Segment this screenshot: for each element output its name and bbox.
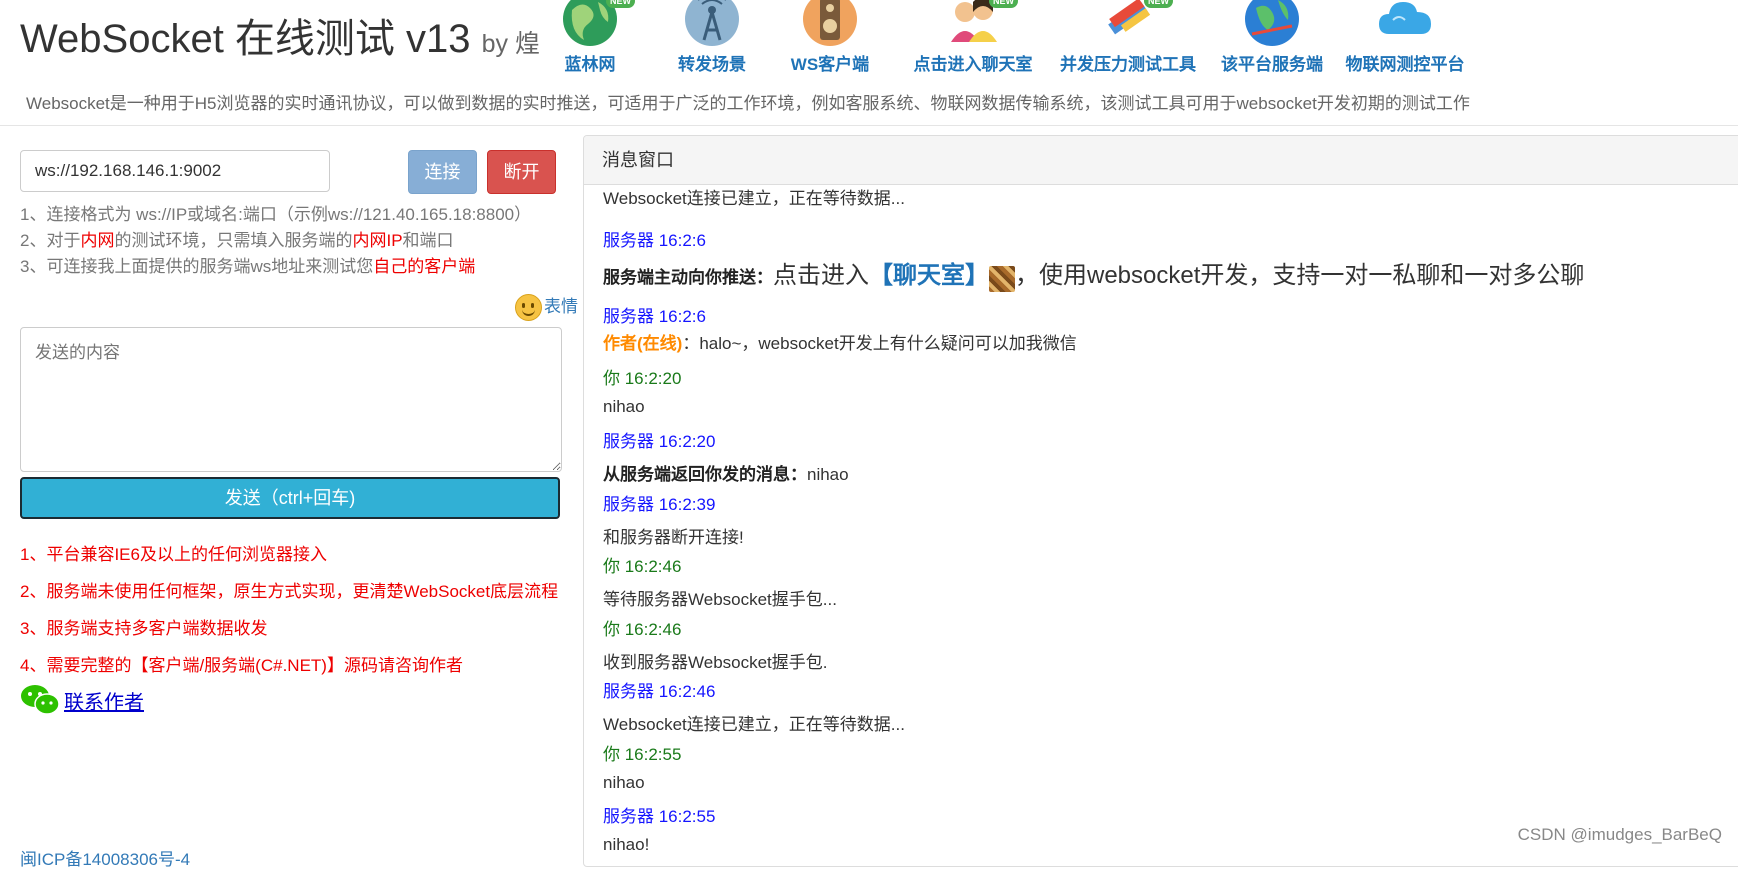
earth-server-icon (1242, 0, 1302, 48)
message-header: 服务器 16:2:6 (603, 307, 706, 326)
panel-title: 消息窗口 (584, 136, 1738, 185)
message-header: 服务器 16:2:6 (603, 231, 706, 250)
new-badge: NEW (606, 0, 635, 8)
hint-line-1: 1、连接格式为 ws://IP或域名:端口（示例ws://121.40.165.… (20, 205, 532, 224)
message-item: 服务器 16:2:46 Websocket连接已建立，正在等待数据... (603, 677, 905, 735)
message-header: 你 16:2:46 (603, 620, 682, 639)
message-body: 作者(在线)：halo~，websocket开发上有什么疑问可以加我微信 (603, 334, 1077, 353)
new-badge: NEW (989, 0, 1018, 8)
message-body: 服务端主动向你推送：点击进入【聊天室】 ，使用websocket开发，支持一对一私… (603, 255, 1584, 292)
chat-room-link[interactable]: 【聊天室】 (869, 262, 989, 289)
nav-stress-test[interactable]: NEW 并发压力测试工具 (1053, 0, 1203, 80)
nav-label: 并发压力测试工具 (1060, 55, 1196, 74)
speaker-icon (800, 0, 860, 48)
message-item: 你 16:2:20 nihao (603, 364, 681, 417)
nav-label: 点击进入聊天室 (913, 55, 1033, 74)
message-body: 从服务端返回你发的消息：nihao (603, 465, 849, 484)
message-body: nihao! (603, 835, 650, 854)
nav-chat-room[interactable]: NEW 点击进入聊天室 (898, 0, 1048, 80)
message-body: 等待服务器Websocket握手包... (603, 590, 837, 609)
message-header: 服务器 16:2:20 (603, 432, 716, 451)
nav-label: 物联网测控平台 (1345, 55, 1465, 74)
nav-label: WS客户端 (790, 55, 870, 74)
site-description: Websocket是一种用于H5浏览器的实时通讯协议，可以做到数据的实时推送，可… (26, 94, 1470, 113)
message-panel: 消息窗口 Websocket连接已建立，正在等待数据... 服务器 16:2:6… (583, 135, 1738, 867)
nav-platform-server[interactable]: 该平台服务端 (1197, 0, 1347, 80)
message-item: 你 16:2:46 等待服务器Websocket握手包... (603, 552, 837, 610)
smiley-icon (515, 294, 542, 322)
message-body: 收到服务器Websocket握手包. (603, 653, 828, 672)
message-item: 服务器 16:2:6 服务端主动向你推送：点击进入【聊天室】 ，使用websock… (603, 226, 1584, 292)
page-title: WebSocket 在线测试 v13 by 煌 (20, 6, 540, 64)
page-header: WebSocket 在线测试 v13 by 煌 NEW 蓝林网 转发场景 WS客… (0, 0, 1738, 126)
title-text: WebSocket 在线测试 v13 (20, 17, 471, 61)
message-item: 服务器 16:2:39 和服务器断开连接! (603, 490, 744, 548)
contact-author: 联系作者 (20, 683, 144, 719)
message-body: nihao (603, 397, 645, 416)
emoji-label: 表情 (544, 297, 578, 316)
message-header: 服务器 16:2:46 (603, 682, 716, 701)
message-body: Websocket连接已建立，正在等待数据... (603, 189, 905, 208)
message-header: 服务器 16:2:55 (603, 807, 716, 826)
message-item: Websocket连接已建立，正在等待数据... (603, 184, 905, 209)
contact-author-link[interactable]: 联系作者 (64, 692, 144, 714)
send-button[interactable]: 发送（ctrl+回车) (20, 477, 560, 519)
feature-item: 3、服务端支持多客户端数据收发 (20, 619, 268, 638)
message-body: 和服务器断开连接! (603, 528, 744, 547)
message-item: 你 16:2:46 收到服务器Websocket握手包. (603, 615, 828, 673)
message-item: 服务器 16:2:20 从服务端返回你发的消息：nihao (603, 427, 849, 485)
disconnect-button[interactable]: 断开 (487, 150, 556, 194)
message-header: 你 16:2:20 (603, 369, 682, 388)
icp-link[interactable]: 闽ICP备14008306号-4 (20, 845, 190, 870)
message-item: 服务器 16:2:6 作者(在线)：halo~，websocket开发上有什么疑… (603, 302, 1077, 354)
message-header: 你 16:2:55 (603, 745, 682, 764)
nav-iot-platform[interactable]: 物联网测控平台 (1330, 0, 1480, 80)
nav-ws-client[interactable]: WS客户端 (755, 0, 905, 80)
message-textarea[interactable] (20, 327, 562, 472)
feature-item: 2、服务端未使用任何框架，原生方式实现，更清楚WebSocket底层流程 (20, 582, 559, 601)
feature-item: 1、平台兼容IE6及以上的任何浏览器接入 (20, 545, 327, 564)
message-header: 服务器 16:2:39 (603, 495, 716, 514)
message-item: 服务器 16:2:55 nihao! (603, 802, 715, 855)
message-header: 你 16:2:46 (603, 557, 682, 576)
new-badge: NEW (1144, 0, 1173, 8)
message-body: Websocket连接已建立，正在等待数据... (603, 715, 905, 734)
avatar-icon (989, 265, 1015, 292)
hint-line-2: 2、对于内网的测试环境，只需填入服务端的内网IP和端口 (20, 231, 454, 250)
cloud-icon (1375, 0, 1435, 48)
emoji-button[interactable]: 表情 (515, 292, 578, 322)
feature-item: 4、需要完整的【客户端/服务端(C#.NET)】源码请咨询作者 (20, 656, 463, 675)
antenna-icon (682, 0, 742, 48)
nav-label: 该平台服务端 (1221, 55, 1323, 74)
message-body: nihao (603, 773, 645, 792)
wechat-icon (20, 683, 60, 717)
watermark: CSDN @imudges_BarBeQ (1517, 825, 1722, 844)
connect-button[interactable]: 连接 (408, 150, 477, 194)
ws-url-input[interactable] (20, 150, 330, 192)
hint-line-3: 3、可连接我上面提供的服务端ws地址来测试您自己的客户端 (20, 257, 476, 276)
message-item: 你 16:2:55 nihao (603, 740, 681, 793)
